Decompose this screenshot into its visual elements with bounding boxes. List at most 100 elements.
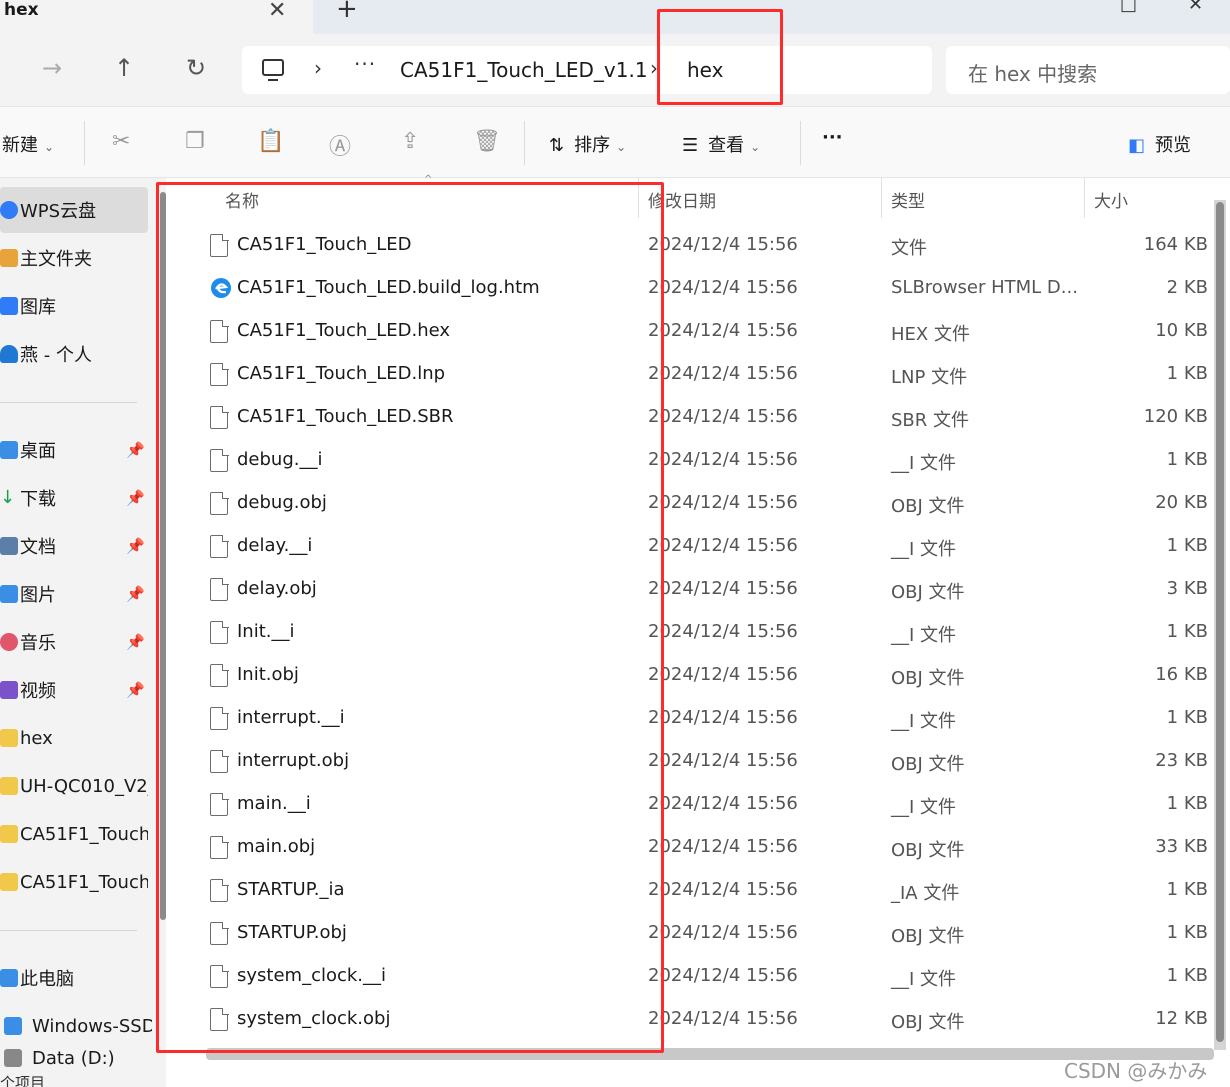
- breadcrumb-more[interactable]: ···: [354, 52, 376, 76]
- maximize-icon[interactable]: □: [1120, 0, 1137, 15]
- search-box[interactable]: 在 hex 中搜索: [946, 46, 1230, 94]
- tab-close-icon[interactable]: ✕: [268, 0, 286, 23]
- new-label: 新建: [2, 135, 38, 156]
- share-icon[interactable]: ⇪: [401, 129, 419, 154]
- file-size: 3 KB: [1166, 578, 1208, 599]
- chevron-down-icon: ⌄: [616, 140, 627, 154]
- sidebar-item-windows-ssd[interactable]: Windows-SSD: [4, 1003, 152, 1049]
- sidebar-item-onedrive[interactable]: 燕 - 个人: [0, 331, 148, 377]
- sidebar-item-pictures[interactable]: 图片 📌: [0, 571, 148, 617]
- sidebar-item-downloads[interactable]: ↓ 下载 📌: [0, 475, 148, 521]
- close-window-icon[interactable]: ✕: [1188, 0, 1203, 15]
- sidebar-item-label: 文档: [20, 537, 56, 558]
- column-divider[interactable]: [1084, 178, 1085, 218]
- file-type: LNP 文件: [891, 367, 968, 388]
- search-input[interactable]: 在 hex 中搜索: [968, 58, 1097, 87]
- sidebar-item-data-d[interactable]: Data (D:): [4, 1046, 152, 1070]
- sidebar-item-ca51f1-touch-2[interactable]: CA51F1_Touch: [0, 859, 148, 905]
- drive-icon: [4, 1017, 22, 1035]
- delete-icon[interactable]: 🗑: [473, 129, 501, 154]
- video-icon: [0, 681, 18, 699]
- download-icon: ↓: [0, 487, 16, 508]
- sidebar-item-documents[interactable]: 文档 📌: [0, 523, 148, 569]
- forward-icon[interactable]: →: [42, 54, 62, 82]
- pin-icon[interactable]: 📌: [126, 585, 145, 603]
- onedrive-icon: [0, 345, 18, 363]
- file-date: 2024/12/4 15:56: [648, 320, 798, 341]
- pin-icon[interactable]: 📌: [126, 489, 145, 507]
- pin-icon[interactable]: 📌: [126, 681, 145, 699]
- this-pc-icon[interactable]: [262, 59, 284, 81]
- sidebar-item-music[interactable]: 音乐 📌: [0, 619, 148, 665]
- desktop-icon: [0, 441, 18, 459]
- drive-icon: [4, 1049, 22, 1067]
- scrollbar-thumb[interactable]: [1216, 202, 1224, 1042]
- pin-icon[interactable]: 📌: [126, 537, 145, 555]
- refresh-icon[interactable]: ↻: [186, 54, 206, 82]
- sidebar-item-label: 下载: [20, 489, 56, 510]
- sidebar-item-uh-qc010[interactable]: UH-QC010_V2_: [0, 763, 148, 809]
- paste-icon[interactable]: 📋: [257, 129, 284, 154]
- up-icon[interactable]: ↑: [114, 54, 134, 82]
- chevron-down-icon: ⌄: [750, 140, 761, 154]
- sidebar-item-label: CA51F1_Touch: [20, 871, 148, 893]
- file-size: 20 KB: [1155, 492, 1208, 513]
- cut-icon[interactable]: ✂: [112, 129, 130, 154]
- breadcrumb-segment[interactable]: CA51F1_Touch_LED_v1.1: [400, 58, 648, 82]
- pin-icon[interactable]: 📌: [126, 633, 145, 651]
- file-type: OBJ 文件: [891, 926, 965, 947]
- address-bar[interactable]: › ··· CA51F1_Touch_LED_v1.1 › hex: [242, 46, 932, 94]
- column-header-size[interactable]: 大小: [1094, 187, 1128, 212]
- file-size: 1 KB: [1166, 449, 1208, 470]
- rename-icon[interactable]: Ⓐ: [329, 129, 351, 161]
- file-size: 120 KB: [1143, 406, 1208, 427]
- file-type: OBJ 文件: [891, 754, 965, 775]
- more-options-button[interactable]: ···: [822, 127, 843, 148]
- file-size: 10 KB: [1155, 320, 1208, 341]
- sidebar-item-videos[interactable]: 视频 📌: [0, 667, 148, 713]
- sidebar-item-gallery[interactable]: 图库: [0, 283, 148, 329]
- file-size: 12 KB: [1155, 1008, 1208, 1029]
- sidebar-item-ca51f1-touch-1[interactable]: CA51F1_Touch: [0, 811, 148, 857]
- file-type: OBJ 文件: [891, 1012, 965, 1033]
- file-date: 2024/12/4 15:56: [648, 707, 798, 728]
- file-size: 1 KB: [1166, 793, 1208, 814]
- preview-button[interactable]: ◧ 预览: [1128, 131, 1191, 157]
- file-size: 23 KB: [1155, 750, 1208, 771]
- sidebar-item-wps-cloud[interactable]: WPS云盘: [0, 187, 148, 233]
- sidebar-item-label: 音乐: [20, 633, 56, 654]
- chevron-right-icon[interactable]: ›: [314, 56, 322, 80]
- vertical-scrollbar[interactable]: [1214, 200, 1226, 1050]
- new-button[interactable]: 新建 ⌄: [2, 131, 54, 157]
- tab-hex[interactable]: hex ✕: [0, 0, 313, 34]
- file-date: 2024/12/4 15:56: [648, 578, 798, 599]
- pin-icon[interactable]: 📌: [126, 441, 145, 459]
- preview-label: 预览: [1155, 135, 1192, 156]
- pictures-icon: [0, 585, 18, 603]
- file-size: 1 KB: [1166, 707, 1208, 728]
- new-tab-button[interactable]: +: [336, 0, 358, 24]
- file-type: SLBrowser HTML D...: [891, 277, 1078, 298]
- file-date: 2024/12/4 15:56: [648, 664, 798, 685]
- file-size: 1 KB: [1166, 879, 1208, 900]
- file-size: 33 KB: [1155, 836, 1208, 857]
- file-size: 1 KB: [1166, 363, 1208, 384]
- sidebar-item-this-pc[interactable]: 此电脑: [0, 955, 148, 1001]
- file-date: 2024/12/4 15:56: [648, 449, 798, 470]
- file-size: 1 KB: [1166, 535, 1208, 556]
- column-header-type[interactable]: 类型: [891, 187, 925, 212]
- sidebar-item-home[interactable]: 主文件夹: [0, 235, 148, 281]
- copy-icon[interactable]: ❐: [185, 129, 205, 154]
- sidebar-item-hex[interactable]: hex: [0, 715, 148, 761]
- sidebar-item-desktop[interactable]: 桌面 📌: [0, 427, 148, 473]
- file-size: 1 KB: [1166, 922, 1208, 943]
- file-date: 2024/12/4 15:56: [648, 836, 798, 857]
- music-icon: [0, 633, 18, 651]
- column-divider[interactable]: [881, 178, 882, 218]
- sort-button[interactable]: ⇅ 排序 ⌄: [549, 131, 626, 157]
- sidebar-divider: [0, 930, 137, 931]
- file-date: 2024/12/4 15:56: [648, 363, 798, 384]
- navigation-bar: → ↑ ↻ › ··· CA51F1_Touch_LED_v1.1 › hex …: [0, 34, 1230, 106]
- view-button[interactable]: ☰ 查看 ⌄: [682, 131, 760, 157]
- tab-strip: hex ✕ + □ ✕: [0, 0, 1230, 34]
